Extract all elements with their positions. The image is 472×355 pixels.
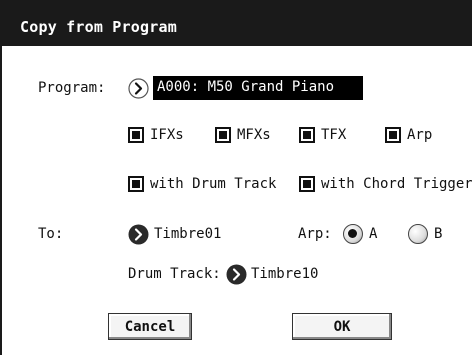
arp-a-radio[interactable]: A [343, 224, 377, 244]
tfx-checkbox[interactable]: TFX [299, 127, 346, 143]
radio-unselected-icon [408, 224, 428, 244]
program-value: A000: M50 Grand Piano [157, 79, 335, 95]
arp-option-label: Arp [407, 127, 433, 143]
tfx-label: TFX [321, 127, 347, 143]
mfxs-label: MFXs [237, 127, 271, 143]
arp-b-radio[interactable]: B [408, 224, 442, 244]
to-timbre-value[interactable]: Timbre01 [154, 226, 221, 242]
to-popup-arrow-icon[interactable] [128, 224, 149, 245]
ifxs-label: IFXs [150, 127, 184, 143]
program-label: Program: [38, 80, 106, 96]
program-select-field[interactable]: A000: M50 Grand Piano [153, 76, 363, 100]
arp-select-label: Arp: [298, 226, 332, 242]
checkbox-checked-icon [128, 176, 144, 192]
ok-button[interactable]: OK [292, 313, 392, 340]
to-label: To: [38, 226, 64, 242]
checkbox-checked-icon [385, 127, 401, 143]
program-popup-arrow-icon[interactable] [128, 78, 149, 99]
copy-from-program-dialog: Copy from Program Program: A000: M50 Gra… [0, 0, 472, 355]
with-chord-trigger-label: with Chord Trigger [321, 176, 472, 192]
with-drum-track-checkbox[interactable]: with Drum Track [128, 176, 276, 192]
arp-b-label: B [434, 226, 443, 242]
checkbox-checked-icon [299, 176, 315, 192]
checkbox-checked-icon [215, 127, 231, 143]
radio-selected-icon [343, 224, 363, 244]
drum-track-label: Drum Track: [128, 266, 221, 282]
with-chord-trigger-checkbox[interactable]: with Chord Trigger [299, 176, 472, 192]
drum-track-value[interactable]: Timbre10 [251, 266, 318, 282]
checkbox-checked-icon [299, 127, 315, 143]
checkbox-checked-icon [128, 127, 144, 143]
dialog-frame [0, 46, 2, 355]
arp-checkbox[interactable]: Arp [385, 127, 432, 143]
arp-a-label: A [369, 226, 378, 242]
with-drum-track-label: with Drum Track [150, 176, 277, 192]
cancel-button[interactable]: Cancel [108, 313, 192, 340]
ifxs-checkbox[interactable]: IFXs [128, 127, 184, 143]
title-bar: Copy from Program [0, 0, 472, 46]
mfxs-checkbox[interactable]: MFXs [215, 127, 271, 143]
dialog-title: Copy from Program [20, 18, 177, 36]
drum-track-popup-arrow-icon[interactable] [226, 264, 247, 285]
